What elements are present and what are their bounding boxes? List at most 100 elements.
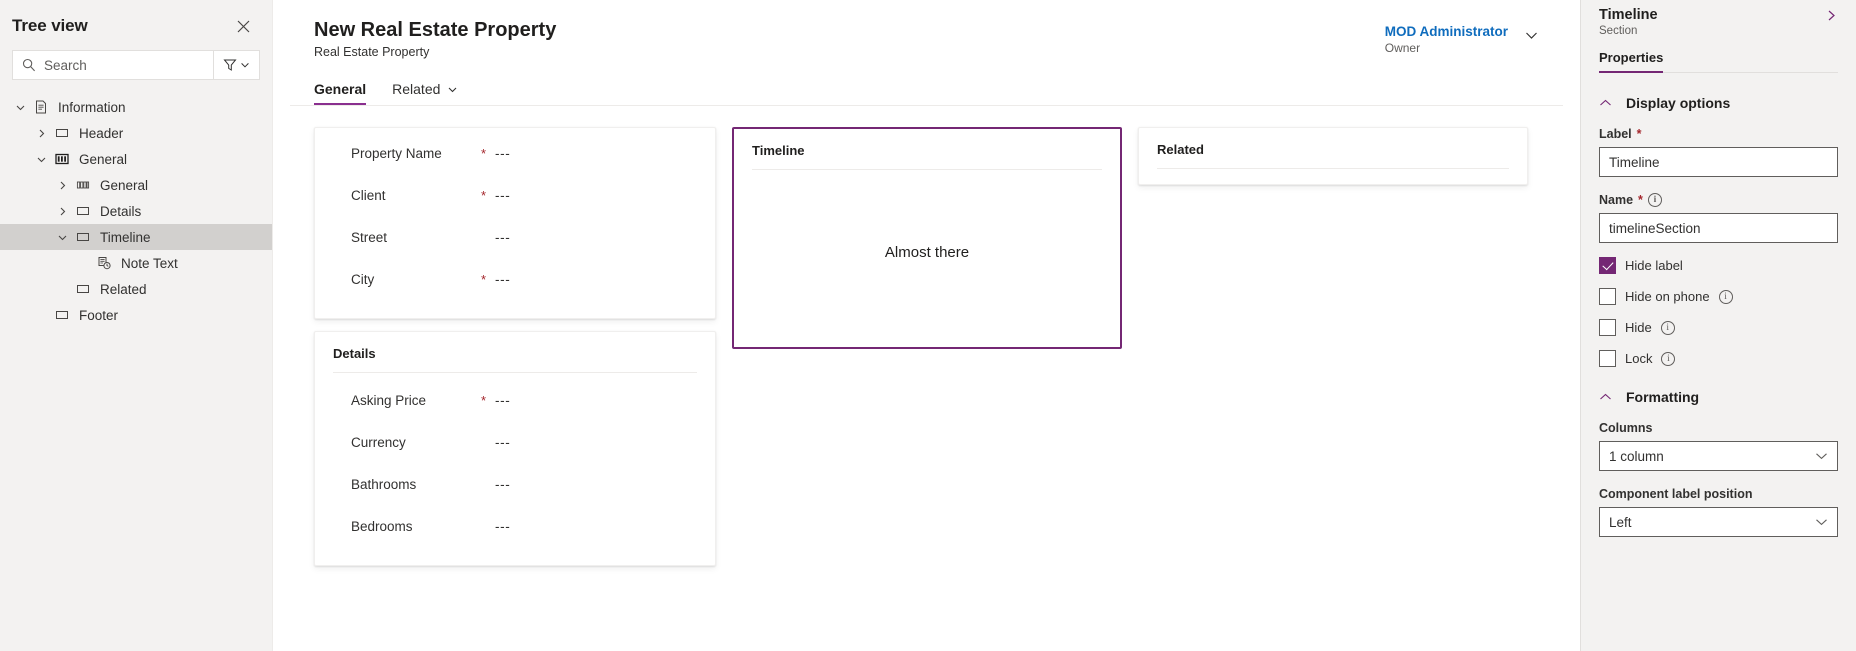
field-value: --- xyxy=(495,146,510,161)
columns-select-value: 1 column xyxy=(1609,449,1664,464)
field-row[interactable]: Client*--- xyxy=(333,174,697,216)
chevron-down-icon[interactable] xyxy=(10,97,30,117)
search-input[interactable] xyxy=(44,58,204,73)
tree-view-header: Tree view xyxy=(0,0,272,45)
field-row[interactable]: Asking Price*--- xyxy=(333,379,697,421)
columns-icon xyxy=(72,178,94,192)
tree-node-label: Timeline xyxy=(100,230,151,245)
form-header-titles: New Real Estate Property Real Estate Pro… xyxy=(314,18,556,59)
tree-node-related[interactable]: Related xyxy=(0,276,272,302)
info-icon[interactable]: i xyxy=(1661,352,1675,366)
field-row[interactable]: City*--- xyxy=(333,258,697,300)
required-asterisk: * xyxy=(481,393,495,408)
section-general[interactable]: General Property Name*---Client*---Stree… xyxy=(314,127,716,319)
form-column-3: Related xyxy=(1138,127,1528,651)
field-row[interactable]: Bathrooms--- xyxy=(333,463,697,505)
tree-node-header[interactable]: Header xyxy=(0,120,272,146)
name-field[interactable] xyxy=(1599,213,1838,243)
section-icon xyxy=(72,204,94,218)
tree-node-timeline[interactable]: Timeline xyxy=(0,224,272,250)
required-asterisk: * xyxy=(1637,127,1642,141)
chevron-right-icon[interactable] xyxy=(1825,7,1838,22)
chevron-down-icon[interactable] xyxy=(1524,24,1539,43)
entity-name: Real Estate Property xyxy=(314,45,556,59)
tree-view-nodes: InformationHeaderGeneralGeneralDetailsTi… xyxy=(0,94,272,328)
info-icon[interactable]: i xyxy=(1648,193,1662,207)
section-general-fields: Property Name*---Client*--- Street --- City… xyxy=(333,132,697,300)
checkbox-lock[interactable]: Locki xyxy=(1599,350,1838,367)
field-label: Client xyxy=(351,188,481,203)
chevron-down-icon xyxy=(1815,452,1828,460)
field-label: Street xyxy=(351,230,481,245)
tree-node-note-text[interactable]: Note Text xyxy=(0,250,272,276)
tab-properties[interactable]: Properties xyxy=(1599,50,1663,72)
tree-node-footer[interactable]: Footer xyxy=(0,302,272,328)
field-label: Bedrooms xyxy=(351,519,481,534)
tree-view-panel: Tree view InformationHeaderGeneral xyxy=(0,0,273,651)
form-column-1: General Property Name*---Client*---Stree… xyxy=(314,127,716,651)
tab-related[interactable]: Related xyxy=(392,81,458,105)
display-options-header[interactable]: Display options xyxy=(1599,95,1838,111)
section-related[interactable]: Related xyxy=(1138,127,1528,185)
checkbox-icon[interactable] xyxy=(1599,257,1616,274)
owner-name-link[interactable]: MOD Administrator xyxy=(1385,24,1508,39)
name-input[interactable] xyxy=(1609,221,1828,236)
info-icon[interactable]: i xyxy=(1719,290,1733,304)
properties-panel: Timeline Section Properties Display opti… xyxy=(1580,0,1856,651)
field-row[interactable]: Property Name*--- xyxy=(333,132,697,174)
properties-subtitle: Section xyxy=(1599,25,1658,37)
field-label: City xyxy=(351,272,481,287)
page-title: New Real Estate Property xyxy=(314,18,556,43)
field-value: --- xyxy=(495,393,510,408)
chevron-down-icon[interactable] xyxy=(31,149,51,169)
close-icon[interactable] xyxy=(230,13,256,39)
display-options-checkboxes: Hide label Hide on phonei Hidei Locki xyxy=(1599,257,1838,367)
tree-node-general[interactable]: General xyxy=(0,172,272,198)
label-field-label: Label * xyxy=(1599,127,1838,141)
tree-node-general[interactable]: General xyxy=(0,146,272,172)
tree-node-details[interactable]: Details xyxy=(0,198,272,224)
label-position-select[interactable]: Left xyxy=(1599,507,1838,537)
checkbox-icon[interactable] xyxy=(1599,319,1616,336)
timeline-loading-message: Almost there xyxy=(885,244,969,261)
chevron-right-icon[interactable] xyxy=(52,175,72,195)
tab-label: General xyxy=(314,81,366,97)
field-value: --- xyxy=(495,230,510,245)
checkbox-hide[interactable]: Hidei xyxy=(1599,319,1838,336)
info-icon[interactable]: i xyxy=(1661,321,1675,335)
section-timeline[interactable]: Timeline Almost there xyxy=(732,127,1122,349)
columns-select[interactable]: 1 column xyxy=(1599,441,1838,471)
chevron-right-icon[interactable] xyxy=(31,123,51,143)
columns-label: Columns xyxy=(1599,421,1838,435)
section-details[interactable]: Details Asking Price*---Currency---Bathr… xyxy=(314,331,716,566)
field-row[interactable]: Street --- xyxy=(333,216,697,258)
tree-view-title: Tree view xyxy=(12,16,88,36)
chevron-down-icon[interactable] xyxy=(52,227,72,247)
tab-general[interactable]: General xyxy=(314,81,366,105)
section-timeline-title: Timeline xyxy=(752,143,1102,170)
search-box[interactable] xyxy=(12,50,214,80)
field-value: --- xyxy=(495,477,510,492)
section-icon xyxy=(72,230,94,244)
field-label: Property Name xyxy=(351,146,481,161)
checkbox-label: Hide label xyxy=(1625,258,1683,273)
owner-field[interactable]: MOD Administrator Owner xyxy=(1385,18,1539,55)
required-asterisk: * xyxy=(1638,193,1643,207)
formatting-header[interactable]: Formatting xyxy=(1599,389,1838,405)
checkbox-hide-on-phone[interactable]: Hide on phonei xyxy=(1599,288,1838,305)
field-row[interactable]: Currency--- xyxy=(333,421,697,463)
field-label: Currency xyxy=(351,435,481,450)
checkbox-icon[interactable] xyxy=(1599,350,1616,367)
field-row[interactable]: Bedrooms--- xyxy=(333,505,697,547)
name-field-label: Name * i xyxy=(1599,193,1838,207)
chevron-down-icon[interactable] xyxy=(447,84,458,95)
tree-node-information[interactable]: Information xyxy=(0,94,272,120)
filter-button[interactable] xyxy=(214,50,260,80)
checkbox-hide-label[interactable]: Hide label xyxy=(1599,257,1838,274)
chevron-right-icon[interactable] xyxy=(52,201,72,221)
tab-label: Related xyxy=(392,81,440,97)
display-options-title: Display options xyxy=(1626,95,1730,111)
label-field[interactable] xyxy=(1599,147,1838,177)
checkbox-icon[interactable] xyxy=(1599,288,1616,305)
label-input[interactable] xyxy=(1609,155,1828,170)
